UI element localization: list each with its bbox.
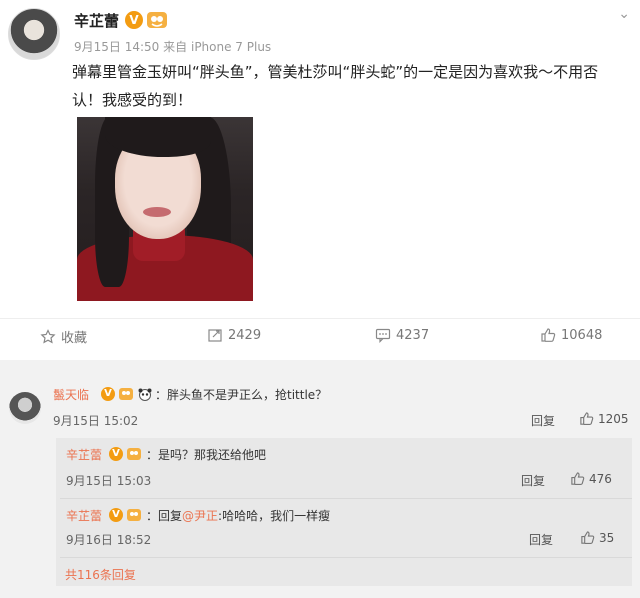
panda-icon: [138, 388, 152, 401]
commenter-avatar[interactable]: [9, 392, 41, 424]
favorite-button[interactable]: 收藏: [40, 327, 87, 346]
comment-like-count: 1205: [598, 411, 629, 426]
reply-time: 9月16日 18:52: [66, 533, 152, 547]
thumbs-up-icon: [580, 412, 594, 425]
post-time: 9月15日 14:50: [74, 40, 160, 54]
reply-button[interactable]: 回复: [529, 531, 553, 548]
repost-count: 2429: [228, 327, 262, 343]
view-all-replies-link[interactable]: 共116条回复: [65, 566, 136, 583]
comment-time: 9月15日 15:02: [53, 414, 139, 428]
comment-button[interactable]: 4237: [375, 327, 429, 343]
reply-like-button[interactable]: 35: [580, 530, 614, 545]
verified-badge-icon: V: [101, 387, 115, 401]
post-source-prefix: 来自: [163, 40, 188, 54]
comment-count: 4237: [396, 327, 430, 343]
thumbs-up-icon: [581, 531, 595, 544]
reply-like-button[interactable]: 476: [570, 471, 612, 486]
reply-like-count: 35: [599, 530, 615, 545]
comment-icon: [375, 328, 391, 343]
comment-like-button[interactable]: 1205: [579, 411, 629, 426]
like-count: 10648: [561, 327, 603, 343]
reply-divider: [60, 557, 632, 558]
fan-badge-icon: [119, 388, 133, 400]
verified-badge-icon: V: [125, 11, 143, 29]
replies-box: [56, 438, 632, 586]
repost-button[interactable]: 2429: [207, 327, 261, 343]
author-avatar[interactable]: [8, 8, 60, 60]
reply-text-prefix: ：回复: [146, 509, 183, 523]
post-source[interactable]: iPhone 7 Plus: [191, 40, 271, 54]
post-menu-icon[interactable]: ⌄: [618, 6, 630, 22]
post-text: 弹幕里管金玉妍叫“胖头鱼”，管美杜莎叫“胖头蛇”的一定是因为喜欢我～不用否认！我…: [72, 63, 599, 109]
reply-text: ：回复@尹正:哈哈哈，我们一样瘦: [146, 507, 330, 524]
comment-author[interactable]: 鬣天临: [53, 386, 89, 403]
favorite-label: 收藏: [61, 331, 88, 346]
repost-icon: [208, 329, 222, 342]
reply-button[interactable]: 回复: [531, 412, 555, 429]
fan-badge-icon: [147, 12, 167, 28]
verified-badge-icon: V: [109, 447, 123, 461]
weibo-post: 辛芷蕾 V ⌄ 9月15日 14:50 来自 iPhone 7 Plus 弹幕里…: [0, 0, 640, 315]
reply-text: ：是吗？那我还给他吧: [146, 448, 267, 462]
reply-text-suffix: :哈哈哈，我们一样瘦: [218, 509, 331, 523]
verified-badge-icon: V: [109, 508, 123, 522]
reply-author[interactable]: 辛芷蕾: [66, 507, 102, 524]
fan-badge-icon: [127, 448, 141, 460]
reply-divider: [60, 498, 632, 499]
thumbs-up-icon: [541, 328, 556, 342]
reply-author[interactable]: 辛芷蕾: [66, 446, 102, 463]
reply-like-count: 476: [589, 471, 612, 486]
post-meta: 9月15日 14:50 来自 iPhone 7 Plus: [74, 38, 271, 55]
reply-button[interactable]: 回复: [521, 472, 545, 489]
comment-text: ：胖头鱼不是尹正么，抢tittle？: [155, 388, 328, 402]
thumbs-up-icon: [571, 472, 585, 485]
post-photo[interactable]: [77, 117, 253, 301]
post-actions-bar: 收藏 2429 4237 10648: [0, 318, 640, 354]
mention-link[interactable]: @尹正: [182, 509, 218, 523]
star-icon: [40, 328, 56, 343]
author-name[interactable]: 辛芷蕾: [74, 10, 119, 31]
fan-badge-icon: [127, 509, 141, 521]
like-button[interactable]: 10648: [540, 327, 602, 343]
reply-time: 9月15日 15:03: [66, 474, 152, 488]
